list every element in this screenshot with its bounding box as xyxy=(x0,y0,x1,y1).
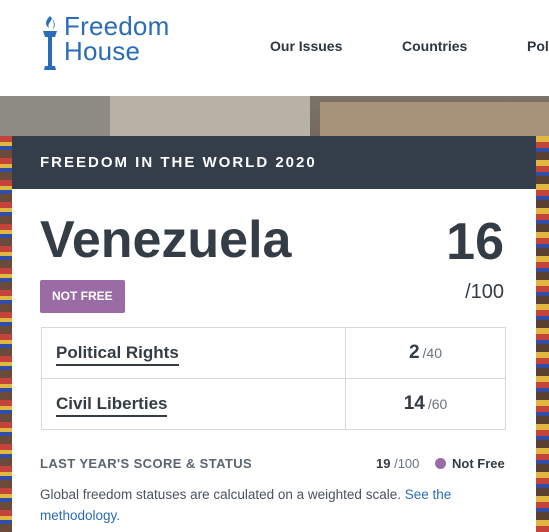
category-scores-table: Political Rights 2/40 Civil Liberties 14… xyxy=(41,327,506,430)
nav-item-countries[interactable]: Countries xyxy=(402,38,467,54)
not-free-status-dot-icon xyxy=(435,458,446,469)
status-badge: NOT FREE xyxy=(40,280,125,313)
category-cell: Political Rights xyxy=(41,327,346,379)
table-row: Political Rights 2/40 xyxy=(41,327,506,379)
methodology-note-text: Global freedom statuses are calculated o… xyxy=(40,487,405,502)
methodology-note: Global freedom statuses are calculated o… xyxy=(40,484,510,526)
hero-building xyxy=(0,96,120,136)
political-rights-score: 2 xyxy=(408,342,420,363)
nav-item-our-issues[interactable]: Our Issues xyxy=(270,38,342,54)
last-year-label: LAST YEAR'S SCORE & STATUS xyxy=(40,456,253,471)
last-year-score: 19 /100 xyxy=(376,456,419,471)
political-rights-link[interactable]: Political Rights xyxy=(56,343,179,366)
country-score-card: FREEDOM IN THE WORLD 2020 Venezuela 16 /… xyxy=(12,136,536,532)
civil-liberties-max: /60 xyxy=(427,396,448,412)
hero-crowd xyxy=(536,136,549,532)
civil-liberties-link[interactable]: Civil Liberties xyxy=(56,394,168,417)
nav-item-policy[interactable]: Pol xyxy=(527,38,549,54)
political-rights-max: /40 xyxy=(422,345,443,361)
hero-crowd xyxy=(0,136,12,532)
main-nav: Our Issues Countries Pol xyxy=(0,38,549,58)
hero-building xyxy=(320,102,549,138)
score-cell: 2/40 xyxy=(345,327,506,379)
last-year-score-value: 19 xyxy=(376,456,391,471)
report-title: FREEDOM IN THE WORLD 2020 xyxy=(40,154,317,171)
civil-liberties-score: 14 xyxy=(403,393,425,414)
total-score: 16 xyxy=(446,213,504,271)
hero-building xyxy=(110,96,310,138)
last-year-score-max: /100 xyxy=(394,456,420,471)
country-name: Venezuela xyxy=(40,211,292,269)
site-header: Freedom House Our Issues Countries Pol xyxy=(0,0,549,96)
card-header: FREEDOM IN THE WORLD 2020 xyxy=(12,136,536,189)
total-score-max: /100 xyxy=(465,281,504,303)
table-row: Civil Liberties 14/60 xyxy=(41,378,506,430)
last-year-status: Not Free xyxy=(452,456,505,471)
score-cell: 14/60 xyxy=(345,378,506,430)
category-cell: Civil Liberties xyxy=(41,378,346,430)
